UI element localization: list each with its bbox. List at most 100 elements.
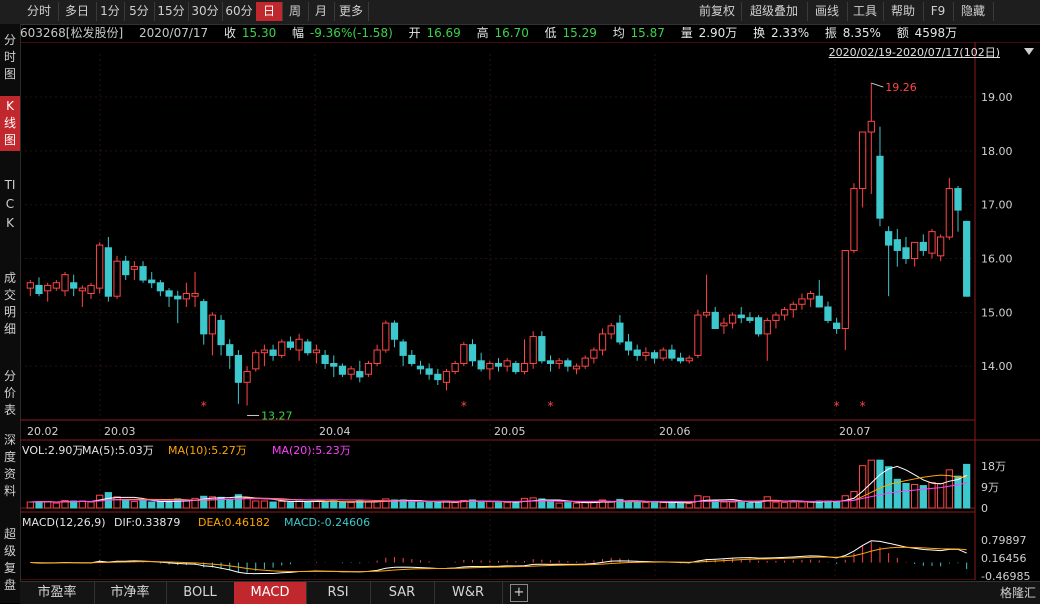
period-button-2[interactable]: 1分 <box>96 2 125 21</box>
candle-body <box>234 354 243 383</box>
candle-body <box>572 365 581 370</box>
candle-body <box>893 239 901 251</box>
candle-body <box>399 341 407 356</box>
candle-body <box>200 301 208 335</box>
volume-bar <box>347 502 355 509</box>
candle-body <box>87 284 95 295</box>
left-tab-0[interactable]: 分时图 <box>0 30 20 85</box>
volume-bar <box>676 502 685 509</box>
volume-bar <box>200 495 208 509</box>
left-tab-5[interactable]: 深度资料 <box>0 430 20 502</box>
volume-bar <box>564 502 572 509</box>
max-arrow <box>871 82 884 88</box>
volume-bar <box>416 502 425 509</box>
indicator-tab-1[interactable]: 市净率 <box>94 582 167 604</box>
volume-bar <box>867 459 875 509</box>
candle-body <box>529 336 537 364</box>
left-tab-1[interactable]: K线图 <box>0 96 20 151</box>
volume-bar <box>165 501 173 509</box>
volume-bar <box>520 497 529 509</box>
open-label: 开 <box>408 26 421 40</box>
volume-bar <box>746 502 754 509</box>
left-tab-4[interactable]: 分价表 <box>0 366 20 421</box>
toolbar-right-button-1[interactable]: 超级叠加 <box>741 2 808 21</box>
left-tab-2[interactable]: TICK <box>0 174 20 235</box>
volume-bar <box>893 478 901 509</box>
indicator-tab-4[interactable]: RSI <box>306 582 371 604</box>
volume-bar <box>312 501 321 509</box>
quote-info-bar: 603268[松发股份] 2020/07/17 收 15.30 幅 -9.36%… <box>20 24 1040 42</box>
toolbar-right-button-4[interactable]: 帮助 <box>883 2 924 21</box>
kline-chart[interactable]: 14.00 15.00 16.00 17.00 18.00 19.00 20.02 20.03… <box>20 42 1040 580</box>
candle-body <box>685 357 693 362</box>
volume-bar <box>87 501 95 509</box>
toolbar-right-button-0[interactable]: 前复权 <box>693 2 742 21</box>
toolbar-right-button-6[interactable]: 隐藏 <box>953 2 994 21</box>
volume-bar <box>832 501 841 509</box>
indicator-tab-0[interactable]: 市盈率 <box>20 582 95 604</box>
signal-star-3: * <box>834 399 840 413</box>
candle-body <box>356 371 364 378</box>
period-button-6[interactable]: 60分 <box>222 2 257 21</box>
price-tick-label-5: 19.00 <box>981 91 1013 104</box>
toolbar-right-button-2[interactable]: 画线 <box>807 2 848 21</box>
left-tab-label: 分价表 <box>3 369 16 417</box>
volume-bar <box>182 499 191 509</box>
left-tab-label: K线图 <box>3 99 16 147</box>
candle-body <box>867 120 875 133</box>
candle-body <box>226 344 234 356</box>
volume-bar <box>928 481 936 509</box>
period-button-5[interactable]: 30分 <box>188 2 223 21</box>
left-tab-3[interactable]: 成交明细 <box>0 268 20 340</box>
volume-bar <box>451 502 459 509</box>
candle-body <box>416 365 425 370</box>
candle-body <box>581 357 589 367</box>
candle-body <box>616 322 624 343</box>
candle-body <box>191 293 199 297</box>
candle-body <box>824 306 832 321</box>
period-button-10[interactable]: 更多 <box>334 2 369 21</box>
toolbar-right-button-3[interactable]: 工具 <box>847 2 884 21</box>
date-range-link[interactable]: 2020/02/19-2020/07/17(102日) <box>829 44 1000 60</box>
candle-body <box>754 317 763 335</box>
period-button-8[interactable]: 周 <box>282 2 309 21</box>
period-button-0[interactable]: 分时 <box>20 2 59 21</box>
signal-star-0: * <box>201 399 207 413</box>
period-button-4[interactable]: 15分 <box>154 2 189 21</box>
indicator-tab-2[interactable]: BOLL <box>166 582 235 604</box>
add-indicator-button[interactable]: + <box>510 584 528 602</box>
close-label: 收 <box>224 26 237 40</box>
volume-bar <box>772 501 780 509</box>
macd-legend: MACD(12,26,9) DIF:0.33879 DEA:0.46182 MACD:… <box>22 516 370 529</box>
volume-ma5-line <box>30 465 967 504</box>
indicator-tab-bar: 市盈率 市净率 BOLL MACD RSI SAR W&R + <box>20 581 1040 604</box>
price-tick-label-3: 17.00 <box>981 199 1013 212</box>
candle-body <box>364 362 373 375</box>
volume-bar <box>52 502 60 509</box>
period-button-3[interactable]: 5分 <box>124 2 155 21</box>
volume-bar <box>780 502 789 509</box>
candle-body <box>96 244 104 289</box>
indicator-tab-3[interactable]: MACD <box>234 582 307 604</box>
volume-label: 量 <box>680 26 693 40</box>
date-tick-label-0: 20.02 <box>27 425 59 438</box>
left-tab-6[interactable]: 超级复盘 <box>0 524 20 596</box>
candle-body <box>408 354 416 364</box>
candle-body <box>243 371 251 383</box>
volume-bar <box>139 500 147 509</box>
volume-bar <box>546 501 555 509</box>
volume-bar <box>650 502 659 509</box>
candle-body <box>451 362 459 373</box>
period-button-9[interactable]: 月 <box>308 2 335 21</box>
volume-legend: VOL:2.90万MA(5):5.03万 MA(10):5.27万 MA(20):5… <box>22 444 351 457</box>
price-tick-label-2: 16.00 <box>981 253 1013 266</box>
macd-legend-dif: DIF:0.33879 <box>114 516 180 529</box>
volume-bar <box>911 484 919 509</box>
period-button-1[interactable]: 多日 <box>58 2 97 21</box>
period-button-7[interactable]: 日 <box>256 2 283 21</box>
candle-body <box>312 349 321 354</box>
indicator-tab-6[interactable]: W&R <box>434 582 503 604</box>
indicator-tab-5[interactable]: SAR <box>370 582 435 604</box>
volume-bar <box>269 501 277 509</box>
toolbar-right-button-5[interactable]: F9 <box>923 2 954 21</box>
